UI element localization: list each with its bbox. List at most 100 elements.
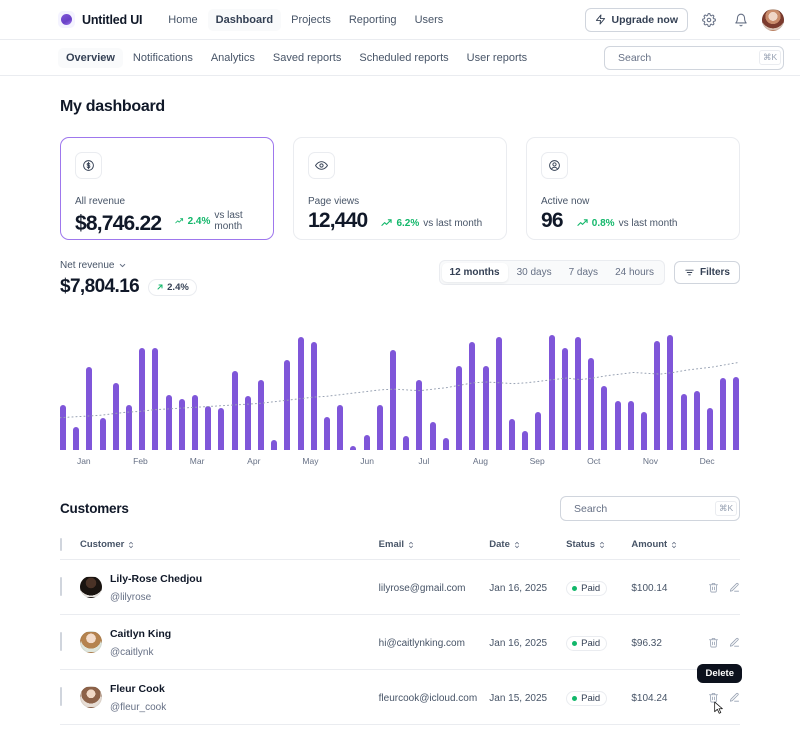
chart-bar[interactable]	[549, 335, 555, 450]
chart-bar[interactable]	[416, 380, 422, 450]
global-search-input[interactable]	[618, 52, 753, 64]
range-24-hours[interactable]: 24 hours	[607, 263, 662, 282]
tab-saved-reports[interactable]: Saved reports	[265, 48, 349, 68]
nav-item-home[interactable]: Home	[160, 9, 205, 31]
chart-bar[interactable]	[601, 386, 607, 450]
metric-card-active-now[interactable]: Active now 96 0.8% vs last month	[526, 137, 740, 240]
chart-bar[interactable]	[483, 366, 489, 450]
chart-bar[interactable]	[667, 335, 673, 450]
net-revenue-selector[interactable]: Net revenue	[60, 260, 197, 271]
chart-bar[interactable]	[364, 435, 370, 450]
chart-bar[interactable]	[284, 360, 290, 450]
filters-button[interactable]: Filters	[674, 261, 740, 284]
tab-analytics[interactable]: Analytics	[203, 48, 263, 68]
chart-bar[interactable]	[113, 383, 119, 450]
chart-bar[interactable]	[179, 399, 185, 450]
metric-card-page-views[interactable]: Page views 12,440 6.2% vs last month	[293, 137, 507, 240]
chart-bar[interactable]	[588, 358, 594, 450]
chart-bar[interactable]	[258, 380, 264, 450]
chart-bar[interactable]	[403, 436, 409, 450]
chart-bar[interactable]	[311, 342, 317, 450]
chart-bar[interactable]	[218, 408, 224, 450]
chart-bar[interactable]	[615, 401, 621, 450]
chart-bar[interactable]	[430, 422, 436, 450]
metric-card-all-revenue[interactable]: All revenue $8,746.22 2.4% vs last month	[60, 137, 274, 240]
nav-item-dashboard[interactable]: Dashboard	[208, 9, 281, 31]
table-row[interactable]: Lily-Rose Chedjou @lilyrose lilyrose@gma…	[60, 560, 740, 615]
chart-bar[interactable]	[456, 366, 462, 450]
table-row[interactable]: Caitlyn King @caitlynk hi@caitlynking.co…	[60, 615, 740, 670]
range-30-days[interactable]: 30 days	[509, 263, 560, 282]
row-checkbox[interactable]	[60, 577, 62, 596]
chart-bar[interactable]	[733, 377, 739, 450]
chart-bar[interactable]	[350, 446, 356, 450]
column-amount[interactable]: Amount	[631, 539, 695, 560]
chart-bar[interactable]	[192, 395, 198, 450]
chart-bar[interactable]	[496, 337, 502, 450]
column-customer[interactable]: Customer	[80, 539, 379, 560]
chart-bar[interactable]	[509, 419, 515, 450]
chart-bar[interactable]	[377, 405, 383, 450]
chart-bar[interactable]	[139, 348, 145, 450]
chart-bar[interactable]	[126, 405, 132, 450]
column-date[interactable]: Date	[489, 539, 566, 560]
chart-bar[interactable]	[152, 348, 158, 450]
chart-bar[interactable]	[641, 412, 647, 450]
range-12-months[interactable]: 12 months	[442, 263, 508, 282]
global-search[interactable]: ⌘K	[604, 46, 784, 70]
delete-row-button[interactable]	[708, 637, 719, 648]
table-row[interactable]: Fleur Cook @fleur_cook fleurcook@icloud.…	[60, 670, 740, 725]
chart-bar[interactable]	[694, 391, 700, 450]
row-checkbox[interactable]	[60, 632, 62, 651]
chart-bar[interactable]	[522, 431, 528, 450]
chart-bar[interactable]	[628, 401, 634, 450]
nav-item-projects[interactable]: Projects	[283, 9, 339, 31]
chart-bar[interactable]	[86, 367, 92, 450]
nav-item-reporting[interactable]: Reporting	[341, 9, 405, 31]
delete-row-button[interactable]	[708, 582, 719, 593]
chart-bar[interactable]	[562, 348, 568, 450]
customers-search-input[interactable]	[574, 503, 709, 515]
notifications-button[interactable]	[730, 9, 752, 31]
tab-notifications[interactable]: Notifications	[125, 48, 201, 68]
chart-bar[interactable]	[298, 337, 304, 450]
chart-bar[interactable]	[271, 440, 277, 450]
user-avatar[interactable]	[762, 9, 784, 31]
range-controls: 12 months 30 days 7 days 24 hours Filter…	[439, 260, 740, 285]
settings-button[interactable]	[698, 9, 720, 31]
chart-bar[interactable]	[575, 337, 581, 450]
edit-row-button[interactable]	[729, 637, 740, 648]
select-all-checkbox[interactable]	[60, 538, 62, 551]
chart-bar[interactable]	[720, 378, 726, 450]
chart-bar[interactable]	[535, 412, 541, 450]
tab-user-reports[interactable]: User reports	[459, 48, 536, 68]
chart-bar[interactable]	[245, 396, 251, 450]
chart-bar[interactable]	[469, 342, 475, 450]
chart-bar[interactable]	[707, 408, 713, 450]
tab-overview[interactable]: Overview	[58, 48, 123, 68]
chart-bar[interactable]	[443, 438, 449, 450]
column-email[interactable]: Email	[379, 539, 490, 560]
chart-bar[interactable]	[654, 341, 660, 450]
chart-bar[interactable]	[232, 371, 238, 450]
chart-bar[interactable]	[166, 395, 172, 450]
chart-bar[interactable]	[681, 394, 687, 450]
column-status[interactable]: Status	[566, 539, 631, 560]
table-row[interactable]: Marco Kelly @marcokelly marco@marcokelly…	[60, 725, 740, 735]
chart-bar[interactable]	[390, 350, 396, 450]
range-7-days[interactable]: 7 days	[561, 263, 606, 282]
edit-row-button[interactable]	[729, 582, 740, 593]
upgrade-now-button[interactable]: Upgrade now	[585, 8, 688, 32]
customers-search[interactable]: ⌘K	[560, 496, 740, 521]
row-checkbox[interactable]	[60, 687, 62, 706]
nav-item-users[interactable]: Users	[407, 9, 452, 31]
chart-bar[interactable]	[337, 405, 343, 450]
brand[interactable]: Untitled UI	[58, 11, 142, 28]
chart-bar[interactable]	[205, 406, 211, 450]
chart-bar[interactable]	[73, 427, 79, 450]
tab-scheduled-reports[interactable]: Scheduled reports	[351, 48, 456, 68]
chart-bar[interactable]	[60, 405, 66, 450]
chart-bar[interactable]	[100, 418, 106, 450]
chart-bar[interactable]	[324, 417, 330, 450]
edit-row-button[interactable]	[729, 692, 740, 703]
